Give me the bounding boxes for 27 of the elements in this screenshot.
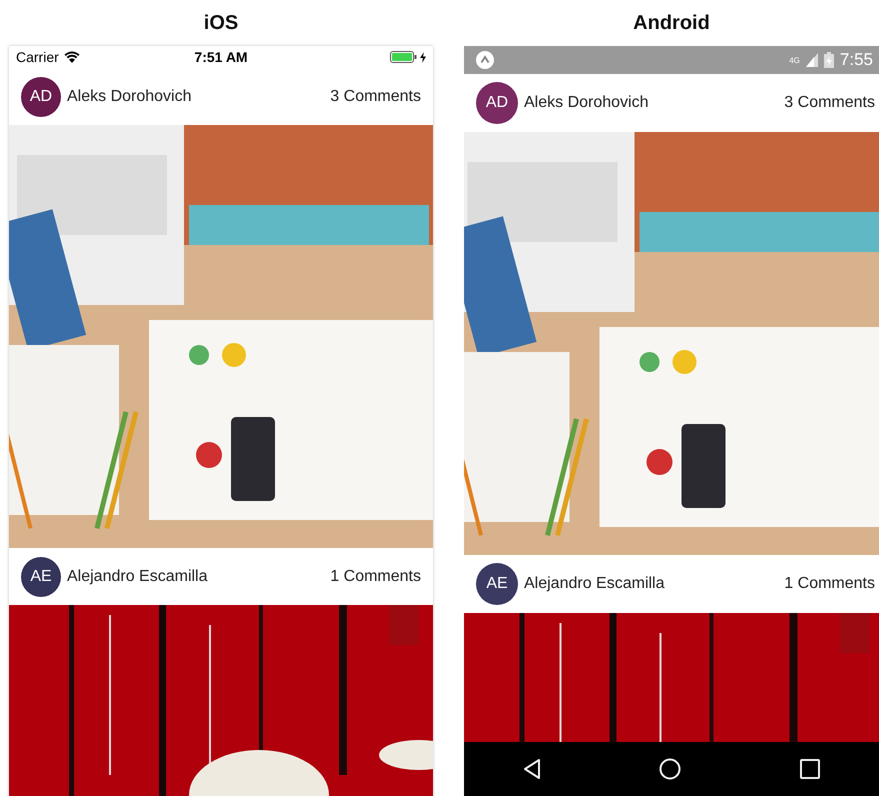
wifi-icon [64, 51, 80, 63]
comments-link[interactable]: 3 Comments [330, 88, 421, 106]
status-time: 7:51 AM [194, 49, 248, 65]
avatar[interactable]: AD [21, 76, 61, 116]
author-name[interactable]: Alejandro Escamilla [524, 575, 778, 593]
avatar[interactable]: AD [476, 82, 518, 124]
back-icon[interactable] [523, 758, 542, 780]
comments-link[interactable]: 1 Comments [330, 568, 421, 586]
platform-title: Android [633, 12, 710, 34]
recents-icon[interactable] [800, 759, 820, 779]
battery-icon [390, 51, 418, 63]
platform-title: iOS [204, 12, 238, 34]
author-name[interactable]: Alejandro Escamilla [67, 568, 324, 586]
status-time: 7:55 [840, 50, 873, 70]
comments-link[interactable]: 1 Comments [784, 575, 875, 593]
signal-icon [806, 53, 818, 67]
caret-icon [476, 51, 494, 69]
battery-icon [824, 52, 834, 68]
carrier-label: Carrier [16, 49, 59, 65]
author-name[interactable]: Aleks Dorohovich [524, 94, 778, 112]
charging-icon [420, 52, 426, 62]
network-label: 4G [789, 56, 800, 64]
comments-link[interactable]: 3 Comments [784, 94, 875, 112]
avatar[interactable]: AE [476, 563, 518, 605]
author-name[interactable]: Aleks Dorohovich [67, 88, 324, 106]
home-icon[interactable] [659, 758, 682, 780]
avatar[interactable]: AE [21, 556, 61, 596]
